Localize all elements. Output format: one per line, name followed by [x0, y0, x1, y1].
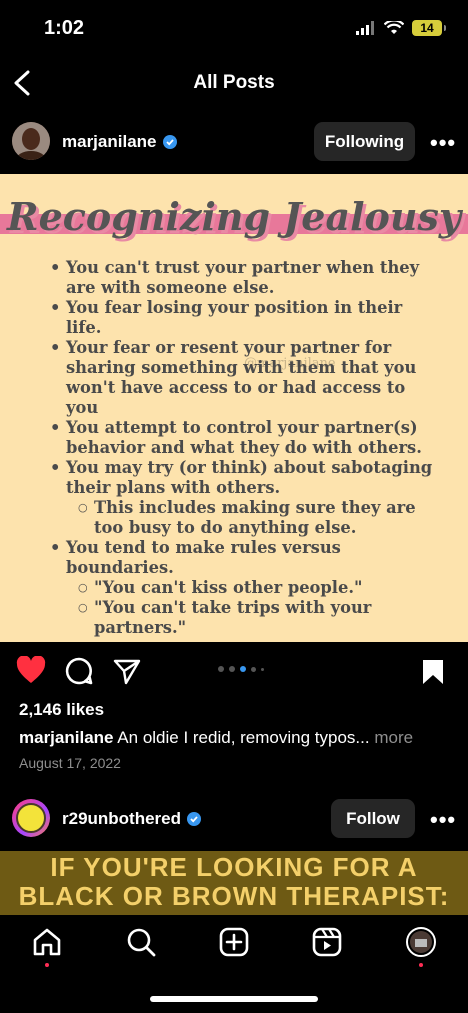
notification-dot: [419, 963, 423, 967]
carousel-dot: [229, 666, 235, 672]
preview-text-line: IF YOU'RE LOOKING FOR A: [50, 852, 418, 882]
notification-dot: [45, 963, 49, 967]
next-post-image[interactable]: IF YOU'RE LOOKING FOR A BLACK OR BROWN T…: [0, 851, 468, 917]
avatar-image: [16, 803, 46, 833]
more-options-icon[interactable]: •••: [430, 807, 456, 833]
page-title: All Posts: [193, 72, 275, 93]
follow-button[interactable]: Follow: [331, 799, 415, 838]
list-item: You may try (or think) about sabotaging …: [50, 458, 440, 498]
sub-list-item: This includes making sure they are too b…: [78, 498, 440, 538]
more-options-icon[interactable]: •••: [430, 130, 456, 156]
verified-badge-icon: [162, 135, 177, 149]
status-icons: 14: [356, 20, 446, 36]
create-icon[interactable]: [219, 927, 249, 957]
list-item: You can't trust your partner when they a…: [50, 258, 440, 298]
post-caption[interactable]: marjanilane An oldie I redid, removing t…: [19, 728, 459, 748]
list-item: You attempt to control your partner(s) b…: [50, 418, 440, 458]
profile-icon[interactable]: [406, 927, 436, 957]
caption-username[interactable]: marjanilane: [19, 728, 114, 747]
share-icon[interactable]: [112, 656, 142, 686]
list-item: You tend to make rules versus boundaries…: [50, 538, 440, 578]
image-text: You can't trust your partner when they a…: [50, 258, 440, 638]
comment-icon[interactable]: [64, 656, 94, 686]
carousel-dot: [218, 666, 224, 672]
like-heart-icon[interactable]: [16, 656, 46, 684]
carousel-dot-active: [240, 666, 246, 672]
following-button[interactable]: Following: [314, 122, 415, 161]
search-icon[interactable]: [126, 927, 156, 957]
reels-icon[interactable]: [312, 927, 342, 957]
avatar-image: [12, 122, 50, 160]
carousel-dot: [251, 666, 256, 672]
battery-icon: 14: [412, 20, 442, 36]
post-username[interactable]: marjanilane: [62, 132, 177, 152]
battery-tip: [444, 25, 446, 31]
post-username[interactable]: r29unbothered: [62, 809, 202, 829]
username-label: r29unbothered: [62, 809, 182, 828]
avatar[interactable]: [12, 122, 50, 160]
preview-text-line: BLACK OR BROWN THERAPIST:: [18, 881, 450, 911]
sub-list-item: "You can't take trips with your partners…: [78, 598, 440, 638]
avatar[interactable]: [12, 799, 50, 837]
signal-icon: [356, 21, 374, 35]
caption-more-link[interactable]: more: [374, 728, 413, 747]
home-icon[interactable]: [32, 927, 62, 957]
like-count[interactable]: 2,146 likes: [19, 700, 104, 720]
bookmark-icon[interactable]: [420, 658, 446, 686]
post-date: August 17, 2022: [19, 755, 121, 771]
caption-text: An oldie I redid, removing typos...: [117, 728, 370, 747]
username-label: marjanilane: [62, 132, 157, 151]
list-item: Your fear or resent your partner for sha…: [50, 338, 440, 418]
carousel-dot: [261, 667, 264, 671]
list-item: You fear losing your position in their l…: [50, 298, 440, 338]
carousel-indicator: [218, 666, 264, 672]
status-time: 1:02: [44, 17, 85, 39]
home-indicator: [150, 996, 318, 1002]
sub-list-item: "You can't kiss other people.": [78, 578, 440, 598]
wifi-icon: [384, 21, 404, 34]
post-image[interactable]: Recognizing Jealousy @marjanilane You ca…: [0, 174, 468, 642]
image-title: Recognizing Jealousy: [7, 194, 461, 239]
verified-badge-icon: [187, 812, 202, 826]
